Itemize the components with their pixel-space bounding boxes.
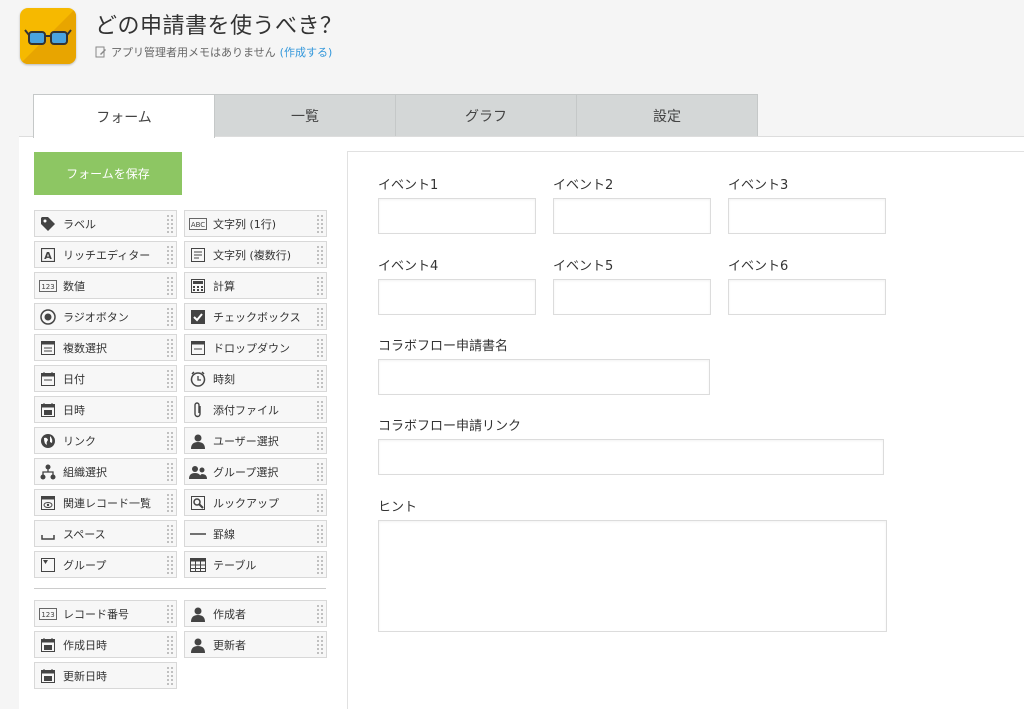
event3-label: イベント3: [728, 178, 789, 193]
app-title: どの申請書を使うべき？: [95, 14, 343, 39]
tab-settings[interactable]: 設定: [576, 94, 758, 137]
event6-field[interactable]: [728, 279, 886, 315]
svg-text:123: 123: [41, 283, 54, 291]
hint-label: ヒント: [378, 500, 418, 515]
event4-field[interactable]: [378, 279, 536, 315]
palette-date[interactable]: 日付: [34, 365, 177, 392]
palette-label[interactable]: ラベル: [34, 210, 177, 237]
multi-select-icon: [39, 339, 57, 357]
user-icon: [189, 605, 207, 623]
palette-checkbox[interactable]: チェックボックス: [184, 303, 327, 330]
collab-link-label: コラボフロー申請リンク: [378, 419, 522, 434]
palette-single-line-text[interactable]: ABC 文字列 (1行): [184, 210, 327, 237]
event5-label: イベント5: [553, 259, 614, 274]
event2-field[interactable]: [553, 198, 711, 234]
event5-field[interactable]: [553, 279, 711, 315]
palette-dropdown[interactable]: ドロップダウン: [184, 334, 327, 361]
space-icon: [39, 525, 57, 543]
group-icon: [189, 463, 207, 481]
main-panel: フォームを保存 ラベル ABC 文字列 (1行) A リッチエディター 文字列 …: [19, 136, 1024, 709]
palette-record-number[interactable]: 123 レコード番号: [34, 600, 177, 627]
memo-edit-icon: [95, 46, 106, 58]
event6-label: イベント6: [728, 259, 789, 274]
hint-field[interactable]: [378, 520, 887, 632]
tab-form[interactable]: フォーム: [33, 94, 215, 138]
palette-group[interactable]: グループ: [34, 551, 177, 578]
palette-creator[interactable]: 作成者: [184, 600, 327, 627]
app-icon: [20, 8, 76, 64]
palette-related-records[interactable]: 関連レコード一覧: [34, 489, 177, 516]
palette-multi-select[interactable]: 複数選択: [34, 334, 177, 361]
line-icon: [189, 525, 207, 543]
related-records-icon: [39, 494, 57, 512]
collab-name-field[interactable]: [378, 359, 710, 395]
org-icon: [39, 463, 57, 481]
palette-time[interactable]: 時刻: [184, 365, 327, 392]
dropdown-icon: [189, 339, 207, 357]
tab-list[interactable]: 一覧: [214, 94, 396, 137]
palette-datetime[interactable]: 日時: [34, 396, 177, 423]
collab-name-label: コラボフロー申請書名: [378, 339, 509, 354]
group-field-icon: [39, 556, 57, 574]
palette-multi-line-text[interactable]: 文字列 (複数行): [184, 241, 327, 268]
tab-bar: フォーム 一覧 グラフ 設定: [33, 94, 758, 138]
palette-space[interactable]: スペース: [34, 520, 177, 547]
palette-attachment[interactable]: 添付ファイル: [184, 396, 327, 423]
field-palette: フォームを保存 ラベル ABC 文字列 (1行) A リッチエディター 文字列 …: [19, 137, 347, 709]
palette-org-select[interactable]: 組織選択: [34, 458, 177, 485]
tag-icon: [39, 215, 57, 233]
lookup-icon: [189, 494, 207, 512]
memo-text: アプリ管理者用メモはありません: [111, 46, 276, 59]
palette-link[interactable]: リンク: [34, 427, 177, 454]
datetime-icon: [39, 667, 57, 685]
number-icon: 123: [39, 277, 57, 295]
palette-updated-datetime[interactable]: 更新日時: [34, 662, 177, 689]
palette-updater[interactable]: 更新者: [184, 631, 327, 658]
calculator-icon: [189, 277, 207, 295]
radio-icon: [39, 308, 57, 326]
event1-field[interactable]: [378, 198, 536, 234]
user-icon: [189, 636, 207, 654]
paperclip-icon: [189, 401, 207, 419]
svg-text:ABC: ABC: [191, 221, 205, 229]
save-form-button[interactable]: フォームを保存: [34, 152, 182, 195]
multiline-text-icon: [189, 246, 207, 264]
event4-label: イベント4: [378, 259, 439, 274]
event3-field[interactable]: [728, 198, 886, 234]
datetime-icon: [39, 401, 57, 419]
calendar-icon: [39, 370, 57, 388]
palette-radio[interactable]: ラジオボタン: [34, 303, 177, 330]
datetime-icon: [39, 636, 57, 654]
globe-icon: [39, 432, 57, 450]
svg-text:123: 123: [41, 611, 54, 619]
event1-label: イベント1: [378, 178, 439, 193]
table-icon: [189, 556, 207, 574]
rich-editor-icon: A: [39, 246, 57, 264]
checkbox-icon: [189, 308, 207, 326]
memo-create-link[interactable]: (作成する): [280, 44, 333, 60]
event2-label: イベント2: [553, 178, 614, 193]
user-icon: [189, 432, 207, 450]
tab-graph[interactable]: グラフ: [395, 94, 577, 137]
svg-text:A: A: [44, 251, 52, 262]
palette-group-select[interactable]: グループ選択: [184, 458, 327, 485]
clock-icon: [189, 370, 207, 388]
palette-rich-editor[interactable]: A リッチエディター: [34, 241, 177, 268]
palette-table[interactable]: テーブル: [184, 551, 327, 578]
palette-number[interactable]: 123 数値: [34, 272, 177, 299]
palette-border-line[interactable]: 罫線: [184, 520, 327, 547]
app-memo: アプリ管理者用メモはありません (作成する): [95, 44, 332, 60]
palette-divider: [34, 588, 326, 589]
number-icon: 123: [39, 605, 57, 623]
palette-calc[interactable]: 計算: [184, 272, 327, 299]
form-canvas: イベント1 イベント2 イベント3 イベント4 イベント5 イベント6 コラボフ…: [347, 151, 1024, 709]
palette-user-select[interactable]: ユーザー選択: [184, 427, 327, 454]
palette-lookup[interactable]: ルックアップ: [184, 489, 327, 516]
palette-created-datetime[interactable]: 作成日時: [34, 631, 177, 658]
abc-text-icon: ABC: [189, 215, 207, 233]
collab-link-field[interactable]: [378, 439, 884, 475]
